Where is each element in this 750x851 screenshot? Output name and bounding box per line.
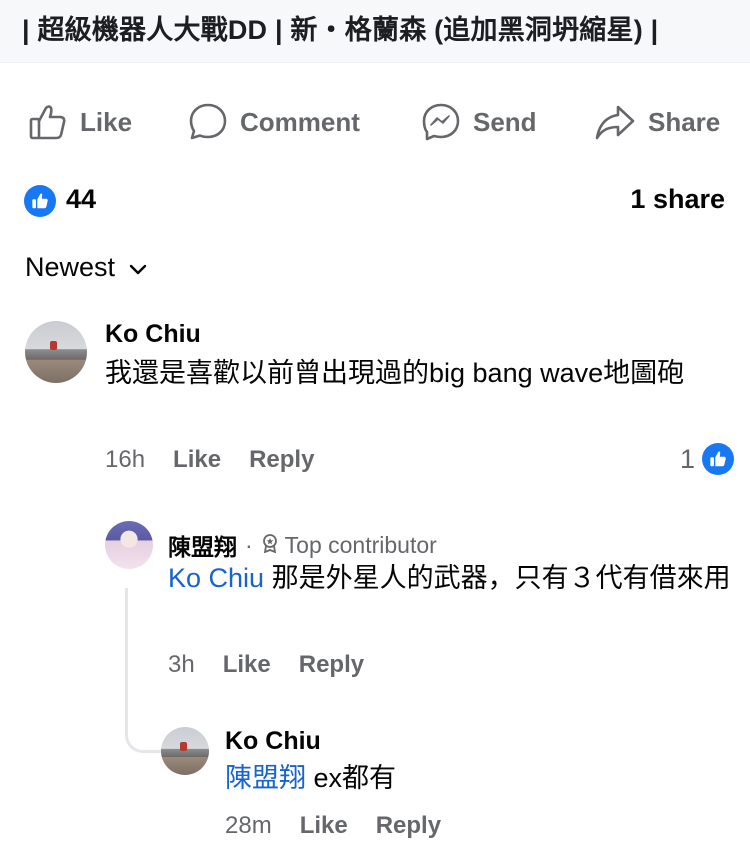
- comment-like-button[interactable]: Like: [223, 651, 271, 679]
- share-button-label: Share: [648, 106, 721, 137]
- comment-time[interactable]: 28m: [225, 812, 272, 840]
- reply-header: 陳盟翔 · Top contributor: [168, 528, 437, 562]
- avatar[interactable]: [161, 727, 209, 775]
- top-contributor-badge: Top contributor: [284, 531, 437, 558]
- comment-author[interactable]: Ko Chiu: [105, 320, 201, 349]
- comment-meta: 28m Like Reply: [225, 812, 441, 840]
- thumbs-up-icon: [28, 102, 68, 142]
- comment-button-label: Comment: [240, 106, 360, 137]
- like-button[interactable]: Like: [28, 100, 132, 144]
- thread-connector: [125, 588, 164, 753]
- comment-sort-label: Newest: [25, 252, 116, 282]
- comment-text: 陳盟翔 ex都有: [225, 759, 725, 797]
- comment-text: 我還是喜歡以前曾出現過的big bang wave地圖砲: [105, 358, 685, 388]
- comment-time[interactable]: 3h: [168, 651, 195, 679]
- like-button-label: Like: [80, 106, 133, 137]
- comment-reply-button[interactable]: Reply: [249, 446, 314, 474]
- comment-reply-button[interactable]: Reply: [376, 812, 441, 840]
- share-button[interactable]: Share: [594, 100, 720, 144]
- avatar[interactable]: [105, 521, 153, 569]
- top-contributor-icon: [261, 532, 279, 559]
- comment-author[interactable]: 陳盟翔: [168, 528, 237, 562]
- share-count[interactable]: 1 share: [630, 184, 725, 215]
- avatar-image: [105, 521, 153, 569]
- send-button-label: Send: [473, 106, 537, 137]
- avatar-photo: [161, 727, 209, 775]
- comment-time[interactable]: 16h: [105, 446, 145, 474]
- comment-reaction-count[interactable]: 1: [680, 444, 695, 475]
- post-title: | 超級機器人大戰DD | 新・格蘭森 (追加黑洞坍縮星) |: [22, 15, 659, 45]
- comment-reply-button[interactable]: Reply: [299, 651, 364, 679]
- comment-meta: 3h Like Reply: [168, 651, 364, 679]
- comment-like-button[interactable]: Like: [300, 812, 348, 840]
- comment-body: ex都有: [306, 763, 397, 793]
- comment-bubble-icon: [188, 102, 228, 142]
- avatar-photo: [25, 321, 87, 383]
- post-title-bar: | 超級機器人大戰DD | 新・格蘭森 (追加黑洞坍縮星) |: [0, 0, 750, 63]
- comment-text: Ko Chiu 那是外星人的武器，只有３代有借來用: [168, 559, 733, 597]
- comment-sort-dropdown[interactable]: Newest: [25, 252, 147, 283]
- comment-meta: 16h Like Reply: [105, 446, 314, 474]
- comment-body: 那是外星人的武器，只有３代有借來用: [264, 563, 731, 593]
- reaction-count[interactable]: 44: [66, 184, 96, 215]
- comment-like-button[interactable]: Like: [173, 446, 221, 474]
- messenger-icon: [421, 102, 461, 142]
- like-reaction-icon[interactable]: [24, 185, 56, 217]
- comment-author[interactable]: Ko Chiu: [225, 727, 321, 756]
- like-reaction-icon[interactable]: [702, 443, 734, 475]
- send-button[interactable]: Send: [421, 100, 537, 144]
- chevron-down-icon: [129, 252, 147, 283]
- mention-link[interactable]: 陳盟翔: [225, 763, 306, 793]
- separator-dot: ·: [245, 531, 253, 558]
- mention-link[interactable]: Ko Chiu: [168, 563, 264, 593]
- comment-button[interactable]: Comment: [188, 100, 360, 144]
- share-arrow-icon: [594, 102, 636, 142]
- avatar[interactable]: [25, 321, 87, 383]
